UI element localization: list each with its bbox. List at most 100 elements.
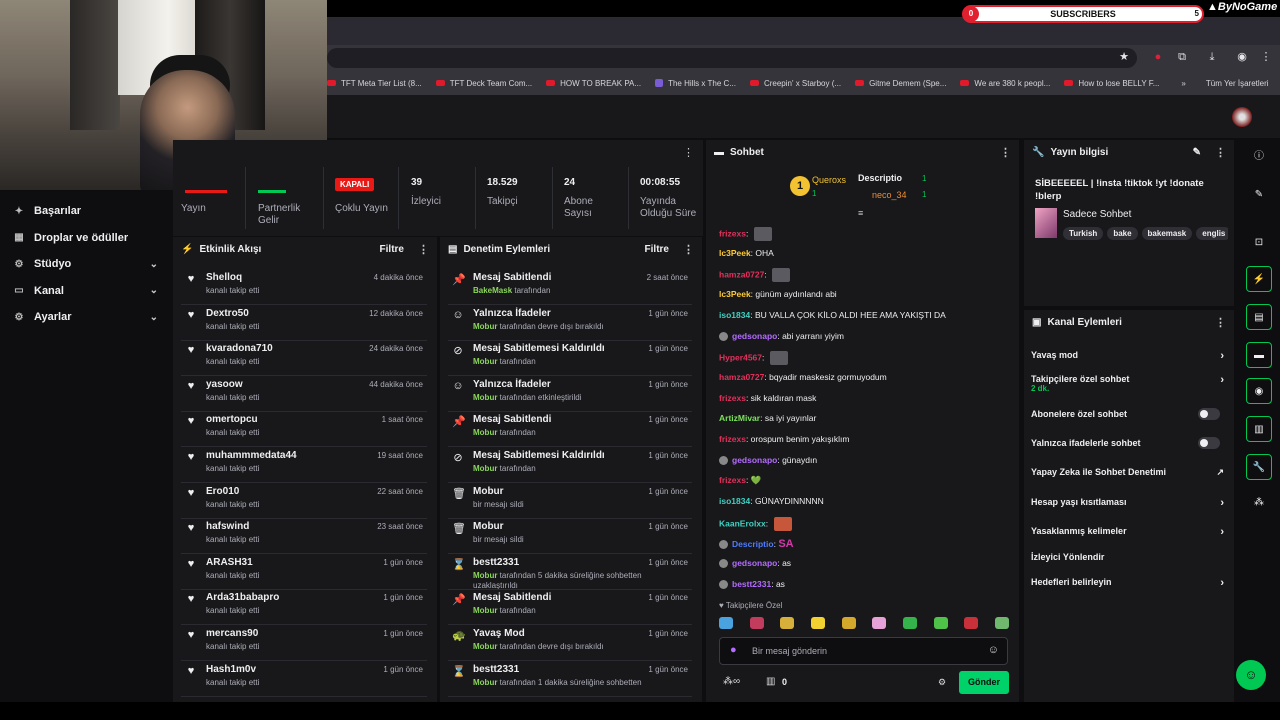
chat-icon[interactable]: ▬ bbox=[1246, 342, 1272, 368]
chat-username[interactable]: hamza0727 bbox=[719, 270, 764, 280]
wrench-tool-icon[interactable]: 🔧 bbox=[1246, 454, 1272, 480]
chat-username[interactable]: lc3Peek bbox=[719, 289, 751, 299]
star-icon[interactable]: ★ bbox=[1118, 51, 1130, 63]
stream-tag[interactable]: bake bbox=[1107, 227, 1138, 240]
bookmark-item[interactable]: Creepin' x Starboy (... bbox=[749, 79, 841, 88]
bookmark-item[interactable]: TFT Meta Tier List (8... bbox=[327, 79, 422, 88]
channel-action-item[interactable]: Abonelere özel sohbet bbox=[1031, 408, 1226, 420]
chat-username[interactable]: gedsonapo bbox=[732, 331, 777, 341]
channel-action-item[interactable]: Takipçilere özel sohbet 2 dk. › bbox=[1031, 374, 1226, 393]
mod-action-row[interactable]: ⊘ Mesaj Sabitlemesi Kaldırıldı 1 gün önce M… bbox=[448, 340, 692, 377]
chat-username[interactable]: bestt2331 bbox=[732, 579, 771, 589]
chat-username[interactable]: Descriptio bbox=[732, 539, 774, 549]
menu-icon[interactable]: ⋮ bbox=[1260, 51, 1272, 63]
emote-icon[interactable] bbox=[780, 617, 795, 629]
emote-icon[interactable] bbox=[994, 617, 1009, 629]
chat-username[interactable]: frizexs bbox=[719, 434, 746, 444]
mod-actor[interactable]: Mobur bbox=[473, 606, 497, 615]
bookmark-item[interactable]: Tüm Yer İşaretleri bbox=[1206, 79, 1269, 88]
chat-username[interactable]: frizexs bbox=[719, 475, 746, 485]
stats-more-icon[interactable]: ⋮ bbox=[683, 146, 694, 159]
emote-icon[interactable] bbox=[872, 617, 887, 629]
activity-row[interactable]: ♥ omertopcu 1 saat önce kanalı takip etti bbox=[181, 411, 427, 448]
bookmark-item[interactable]: » bbox=[1181, 79, 1185, 88]
stream-tag[interactable]: bakemask bbox=[1141, 227, 1193, 240]
chat-username[interactable]: frizexs bbox=[719, 228, 746, 238]
activity-more-icon[interactable]: ⋮ bbox=[418, 243, 429, 256]
mod-action-row[interactable]: ☺ Yalnızca İfadeler 1 gün önce Mobur tarafı… bbox=[448, 376, 692, 412]
screen-icon[interactable]: ⊡ bbox=[1246, 230, 1272, 256]
bolt-icon[interactable]: ⚡ bbox=[1246, 266, 1272, 292]
store-icon[interactable]: ▥ bbox=[766, 676, 775, 687]
info-icon[interactable]: ⓘ bbox=[1246, 144, 1272, 170]
activity-filter-button[interactable]: Filtre bbox=[380, 244, 404, 255]
sidebar-item-studio[interactable]: ⚙ Stüdyo ⌄ bbox=[12, 258, 162, 270]
bookmark-item[interactable]: The Hills x The C... bbox=[655, 79, 736, 88]
emote-icon[interactable] bbox=[749, 617, 764, 629]
mod-actor[interactable]: Mobur bbox=[473, 642, 497, 651]
collapse-leaderboard-icon[interactable]: ≡ bbox=[858, 208, 863, 218]
chat-username[interactable]: frizexs bbox=[719, 393, 746, 403]
bookmark-item[interactable]: We are 380 k peopl... bbox=[960, 79, 1050, 88]
activity-row[interactable]: ♥ ARASH31 1 gün önce kanalı takip etti bbox=[181, 554, 427, 590]
mod-actor[interactable]: Mobur bbox=[473, 357, 497, 366]
activity-row[interactable]: ♥ hafswind 23 saat önce kanalı takip etti bbox=[181, 518, 427, 555]
broadcast-icon[interactable]: ◉ bbox=[1246, 378, 1272, 404]
mod-action-row[interactable]: 📌 Mesaj Sabitlendi 2 saat önce BakeMask tar… bbox=[448, 269, 692, 305]
mod-filter-button[interactable]: Filtre bbox=[645, 244, 669, 255]
puzzle-icon[interactable]: ⧉ bbox=[1176, 51, 1188, 63]
activity-row[interactable]: ♥ Arda31babapro 1 gün önce kanalı takip ett… bbox=[181, 589, 427, 626]
mod-actor[interactable]: BakeMask bbox=[473, 286, 512, 295]
channel-action-item[interactable]: Yasaklanmış kelimeler › bbox=[1031, 526, 1226, 538]
chat-username[interactable]: lc3Peek bbox=[719, 248, 751, 258]
url-field[interactable] bbox=[327, 48, 1137, 68]
mod-action-row[interactable]: 🐢 Yavaş Mod 1 gün önce Mobur tarafından dev… bbox=[448, 625, 692, 661]
sidebar-item-achievements[interactable]: ✦ Başarılar bbox=[12, 205, 162, 217]
mod-action-row[interactable]: ☺ Yalnızca İfadeler 1 gün önce Mobur tarafı… bbox=[448, 305, 692, 341]
chat-username[interactable]: iso1834 bbox=[719, 496, 750, 506]
channel-action-item[interactable]: İzleyici Yönlendir bbox=[1031, 552, 1226, 562]
toggle-switch[interactable] bbox=[1198, 408, 1220, 420]
emote-icon[interactable] bbox=[964, 617, 979, 629]
emote-icon[interactable] bbox=[933, 617, 948, 629]
mod-action-row[interactable]: 🗑 Mobur 1 gün önce bir mesajı sildi bbox=[448, 518, 692, 555]
stream-tag[interactable]: Turkish bbox=[1063, 227, 1104, 240]
bookmark-item[interactable]: HOW TO BREAK PA... bbox=[546, 79, 641, 88]
pencil-icon[interactable]: ✎ bbox=[1246, 182, 1272, 208]
stream-info-more-icon[interactable]: ⋮ bbox=[1215, 146, 1226, 159]
edit-icon[interactable]: ✎ bbox=[1193, 147, 1201, 158]
dots-icon[interactable]: ⁂ bbox=[1246, 490, 1272, 516]
mod-action-row[interactable]: 📌 Mesaj Sabitlendi 1 gün önce Mobur tarafın… bbox=[448, 411, 692, 448]
activity-row[interactable]: ♥ yasoow 44 dakika önce kanalı takip etti bbox=[181, 376, 427, 412]
channel-action-item[interactable]: Hedefleri belirleyin › bbox=[1031, 577, 1226, 589]
mod-actor[interactable]: Mobur bbox=[473, 464, 497, 473]
channel-action-item[interactable]: Yavaş mod › bbox=[1031, 350, 1226, 362]
channel-action-item[interactable]: Yalnızca ifadelerle sohbet bbox=[1031, 437, 1226, 449]
send-button[interactable]: Gönder bbox=[959, 671, 1009, 694]
sidebar-item-channel[interactable]: ▭ Kanal ⌄ bbox=[12, 285, 162, 297]
stream-tag[interactable]: englis bbox=[1196, 227, 1228, 240]
mod-actor[interactable]: Mobur bbox=[473, 393, 497, 402]
download-icon[interactable]: ⤓ bbox=[1206, 51, 1218, 63]
bookmark-item[interactable]: How to lose BELLY F... bbox=[1064, 79, 1159, 88]
sidebar-item-drops[interactable]: ▦ Droplar ve ödüller bbox=[12, 232, 162, 244]
mic-icon[interactable]: ● bbox=[730, 644, 737, 656]
mod-action-row[interactable]: ⌛ bestt2331 1 gün önce Mobur tarafından 5 d… bbox=[448, 554, 692, 590]
toggle-switch[interactable] bbox=[1198, 437, 1220, 449]
stack-icon[interactable]: ▥ bbox=[1246, 416, 1272, 442]
chat-username[interactable]: ArtizMivar bbox=[719, 413, 760, 423]
help-button[interactable]: ☺ bbox=[1236, 660, 1266, 690]
emote-icon[interactable] bbox=[719, 617, 733, 629]
emoji-icon[interactable]: ☺ bbox=[988, 644, 999, 656]
leader-name-1[interactable]: Queroxs bbox=[812, 175, 846, 185]
mod-action-row[interactable]: ⌛ bestt2331 1 gün önce Mobur tarafından 1 d… bbox=[448, 661, 692, 697]
mod-more-icon[interactable]: ⋮ bbox=[683, 243, 694, 256]
channel-action-item[interactable]: Hesap yaşı kısıtlaması › bbox=[1031, 497, 1226, 509]
activity-row[interactable]: ♥ Ero010 22 saat önce kanalı takip etti bbox=[181, 483, 427, 519]
mod-actor[interactable]: Mobur bbox=[473, 571, 497, 580]
chat-settings-icon[interactable]: ⚙ bbox=[938, 677, 946, 688]
chat-username[interactable]: gedsonapo bbox=[732, 558, 777, 568]
leader-name-2[interactable]: Descriptio bbox=[858, 173, 902, 183]
mod-action-row[interactable]: 🗑 Mobur 1 gün önce bir mesajı sildi bbox=[448, 483, 692, 519]
activity-row[interactable]: ♥ kvaradona710 24 dakika önce kanalı takip … bbox=[181, 340, 427, 377]
